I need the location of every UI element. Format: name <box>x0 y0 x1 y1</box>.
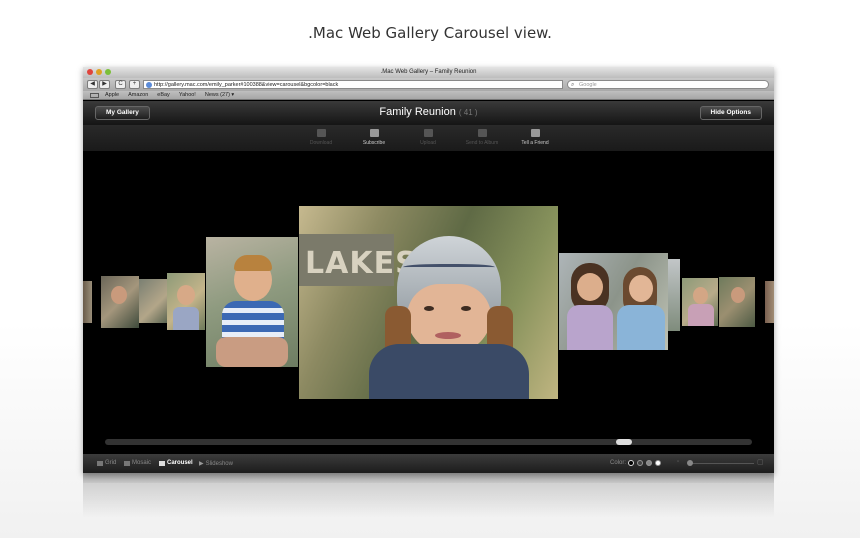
add-bookmark-button[interactable]: + <box>129 80 140 89</box>
window-title: .Mac Web Gallery – Family Reunion <box>380 69 477 75</box>
carousel-photo[interactable] <box>668 259 680 331</box>
forward-button[interactable]: ▶ <box>99 80 110 89</box>
view-mosaic-button[interactable]: Mosaic <box>124 460 151 466</box>
slideshow-icon: ▶ <box>199 461 204 467</box>
color-swatch-white[interactable] <box>655 460 661 466</box>
close-icon[interactable] <box>87 69 93 75</box>
bookmark-item[interactable]: Yahoo! <box>179 91 196 99</box>
download-icon <box>316 129 326 137</box>
view-slideshow-button[interactable]: ▶ Slideshow <box>199 460 233 468</box>
carousel-photo[interactable] <box>206 237 298 367</box>
subscribe-icon <box>369 129 379 137</box>
carousel-photo[interactable] <box>559 253 668 350</box>
gallery-header: My Gallery Family Reunion ( 41 ) Hide Op… <box>83 101 774 125</box>
action-label: Send to Album <box>465 140 499 146</box>
carousel-scrollbar[interactable] <box>105 439 752 445</box>
search-field[interactable]: ⌕ Google <box>567 80 769 89</box>
globe-icon <box>146 82 152 88</box>
grid-icon <box>97 460 103 466</box>
zoom-slider-knob[interactable] <box>687 460 693 466</box>
carousel-stage[interactable]: LAKES <box>83 151 774 453</box>
mosaic-icon <box>124 460 130 466</box>
reflection-bar <box>83 473 774 483</box>
minimize-icon[interactable] <box>96 69 102 75</box>
browser-window: .Mac Web Gallery – Family Reunion ◀ ▶ C … <box>83 67 774 473</box>
mail-icon <box>530 129 540 137</box>
url-field[interactable]: http://gallery.mac.com/emily_parker#1003… <box>143 80 563 89</box>
color-label: Color: <box>610 460 627 466</box>
view-label: Carousel <box>167 460 193 466</box>
view-label: Grid <box>105 460 117 466</box>
photo-count: ( 41 ) <box>458 108 478 117</box>
bookmark-item[interactable]: Amazon <box>128 91 148 99</box>
carousel-photo[interactable] <box>139 279 167 323</box>
action-label: Tell a Friend <box>521 140 549 146</box>
view-carousel-button[interactable]: Carousel <box>159 460 193 466</box>
send-icon <box>477 129 487 137</box>
search-icon: ⌕ <box>571 82 575 88</box>
tell-a-friend-button[interactable]: Tell a Friend <box>515 129 555 146</box>
zoom-icon[interactable] <box>105 69 111 75</box>
view-bar: Grid Mosaic Carousel ▶ Slideshow Color: … <box>83 454 774 473</box>
bookmark-item[interactable]: Apple <box>105 91 119 99</box>
action-label: Subscribe <box>362 140 386 146</box>
subscribe-button[interactable]: Subscribe <box>354 129 394 146</box>
gallery-title: Family Reunion <box>379 106 456 118</box>
carousel-photo[interactable] <box>167 273 205 330</box>
carousel-icon <box>159 460 165 466</box>
page-caption: .Mac Web Gallery Carousel view. <box>308 24 552 42</box>
carousel-photo[interactable] <box>682 278 718 326</box>
send-to-album-button[interactable]: Send to Album <box>462 129 502 146</box>
carousel-photo[interactable] <box>765 281 774 323</box>
back-button[interactable]: ◀ <box>87 80 98 89</box>
gallery-title-wrap: Family Reunion ( 41 ) <box>83 106 774 118</box>
view-label: Mosaic <box>132 460 152 466</box>
zoom-in-icon[interactable]: ▢ <box>757 458 764 466</box>
browser-toolbar: ◀ ▶ C + http://gallery.mac.com/emily_par… <box>83 78 774 91</box>
color-swatch-dark-gray[interactable] <box>637 460 643 466</box>
download-button[interactable]: Download <box>301 129 341 146</box>
view-label: Slideshow <box>205 460 233 467</box>
carousel-photo[interactable] <box>101 276 139 328</box>
action-bar: Download Subscribe Upload Send to Album … <box>83 125 774 151</box>
window-controls <box>87 69 111 75</box>
bookmarks-icon[interactable] <box>90 93 99 98</box>
zoom-slider[interactable] <box>689 463 754 464</box>
search-placeholder: Google <box>579 82 597 88</box>
carousel-scroll-thumb[interactable] <box>616 439 632 445</box>
color-swatch-gray[interactable] <box>646 460 652 466</box>
title-bar: .Mac Web Gallery – Family Reunion <box>83 67 774 78</box>
carousel-photo[interactable] <box>719 277 755 327</box>
action-label: Upload <box>420 140 436 146</box>
bookmarks-bar: Apple Amazon eBay Yahoo! News (27) ▾ <box>83 91 774 100</box>
bookmark-item[interactable]: eBay <box>157 91 170 99</box>
hide-options-button[interactable]: Hide Options <box>699 106 762 120</box>
upload-icon <box>423 129 433 137</box>
url-text: http://gallery.mac.com/emily_parker#1003… <box>154 82 339 88</box>
view-grid-button[interactable]: Grid <box>97 460 116 466</box>
action-label: Download <box>309 140 333 146</box>
upload-button[interactable]: Upload <box>408 129 448 146</box>
window-reflection <box>83 473 774 518</box>
bookmark-item[interactable]: News (27) ▾ <box>205 91 234 99</box>
reload-button[interactable]: C <box>115 80 126 89</box>
color-swatch-black[interactable] <box>628 460 634 466</box>
apple-logo-icon <box>421 457 433 469</box>
carousel-photo[interactable] <box>83 281 92 323</box>
carousel-photo-selected[interactable]: LAKES <box>299 206 558 399</box>
zoom-out-icon[interactable]: ▫ <box>677 459 679 465</box>
